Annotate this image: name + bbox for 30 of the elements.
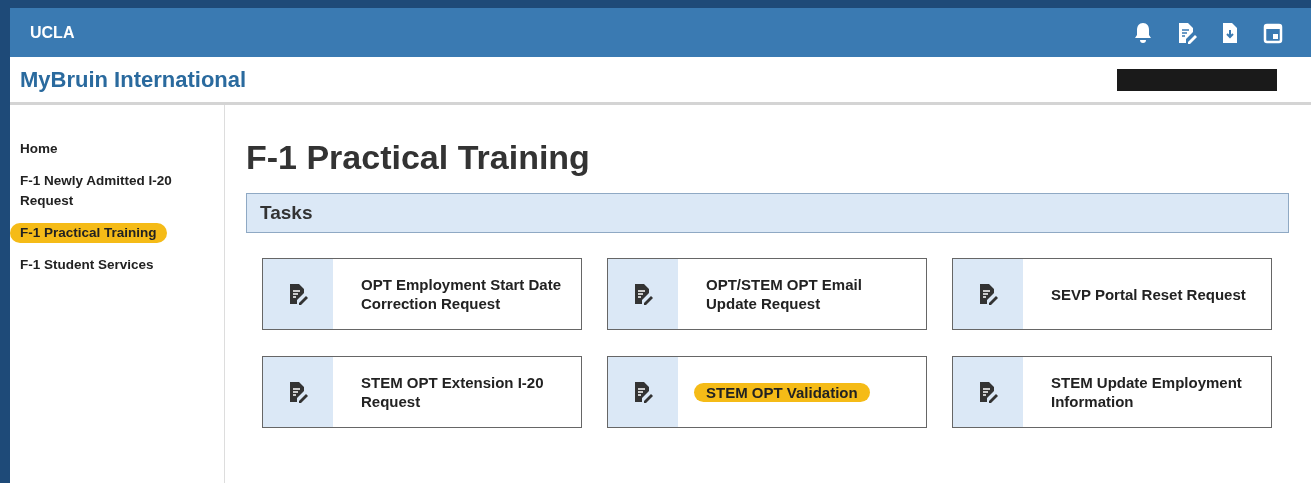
task-label: SEVP Portal Reset Request [1051, 284, 1246, 304]
task-card[interactable]: STEM OPT Validation [607, 356, 927, 428]
document-edit-icon [633, 283, 653, 305]
brand-name: UCLA [30, 23, 75, 42]
app-title: MyBruin International [20, 66, 247, 93]
document-edit-icon [288, 381, 308, 403]
task-label: STEM OPT Extension I-20 Request [361, 373, 545, 411]
task-label: STEM Update Employment Information [1051, 373, 1243, 411]
sidebar-item[interactable]: F-1 Newly Admitted I-20 Request [10, 171, 200, 211]
task-card[interactable]: STEM Update Employment Information [952, 356, 1272, 428]
calendar-icon[interactable] [1263, 21, 1283, 44]
page-title: F-1 Practical Training [246, 137, 591, 178]
download-file-icon[interactable] [1221, 21, 1239, 44]
task-label: OPT/STEM OPT Email Update Request [706, 275, 863, 313]
task-card[interactable]: OPT/STEM OPT Email Update Request [607, 258, 927, 330]
task-label: STEM OPT Validation [694, 382, 870, 402]
document-edit-icon [978, 381, 998, 403]
task-label: OPT Employment Start Date Correction Request [361, 275, 563, 313]
document-edit-icon [633, 381, 653, 403]
task-card[interactable]: OPT Employment Start Date Correction Request [262, 258, 582, 330]
document-edit-icon[interactable] [1177, 21, 1197, 44]
sidebar-item[interactable]: F-1 Student Services [10, 255, 200, 275]
bell-icon[interactable] [1133, 21, 1153, 44]
document-edit-icon [288, 283, 308, 305]
sidebar-item[interactable]: Home [10, 139, 200, 159]
task-card[interactable]: STEM OPT Extension I-20 Request [262, 356, 582, 428]
task-card[interactable]: SEVP Portal Reset Request [952, 258, 1272, 330]
document-edit-icon [978, 283, 998, 305]
sidebar-item[interactable]: F-1 Practical Training [10, 223, 167, 243]
section-title: Tasks [260, 202, 313, 224]
